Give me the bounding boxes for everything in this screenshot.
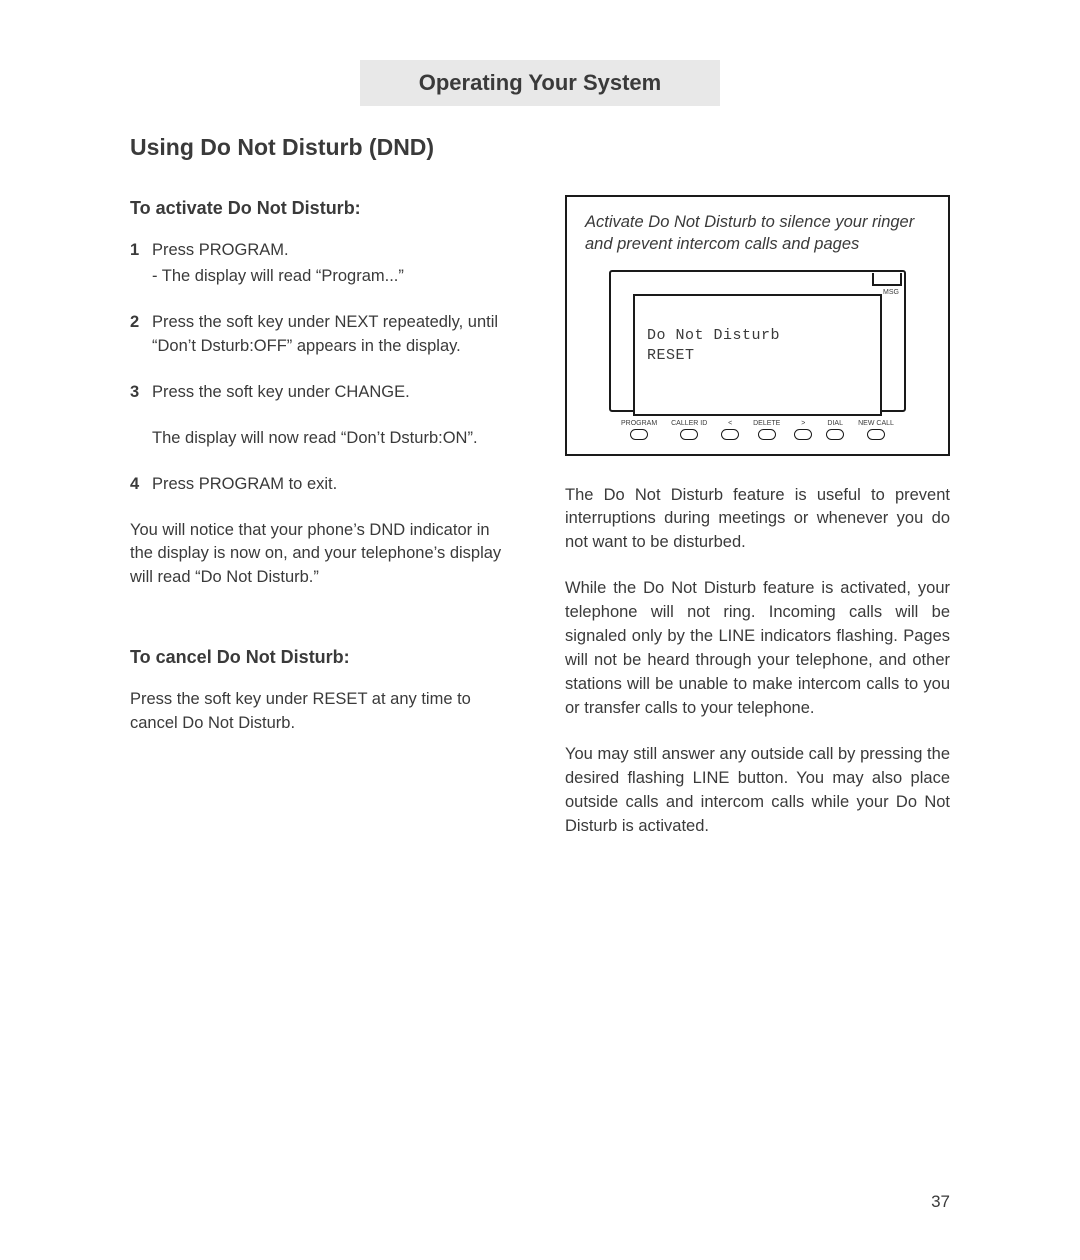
step-number: 1	[130, 239, 152, 289]
phone-button-label: >	[801, 420, 805, 427]
step-number: 2	[130, 311, 152, 359]
page-number: 37	[931, 1192, 950, 1212]
section-header: Operating Your System	[360, 60, 720, 106]
button-shape-icon	[721, 429, 739, 440]
phone-screen: Do Not Disturb RESET	[633, 294, 882, 416]
activate-heading: To activate Do Not Disturb:	[130, 195, 515, 221]
right-column: Activate Do Not Disturb to silence your …	[565, 195, 950, 861]
callout-text: Activate Do Not Disturb to silence your …	[585, 211, 930, 256]
phone-button-label: PROGRAM	[621, 420, 657, 427]
step-3: 3 Press the soft key under CHANGE. The d…	[130, 381, 515, 451]
callout-box: Activate Do Not Disturb to silence your …	[565, 195, 950, 456]
step-body: Press the soft key under NEXT repeatedly…	[152, 311, 515, 359]
left-column: To activate Do Not Disturb: 1 Press PROG…	[130, 195, 515, 861]
phone-button: NEW CALL	[858, 420, 894, 440]
msg-label: MSG	[883, 288, 899, 298]
step-text: Press the soft key under CHANGE.	[152, 381, 515, 405]
phone-button-label: DIAL	[827, 420, 843, 427]
step-4: 4 Press PROGRAM to exit.	[130, 473, 515, 497]
button-shape-icon	[630, 429, 648, 440]
right-paragraph-3: You may still answer any outside call by…	[565, 743, 950, 839]
right-paragraph-2: While the Do Not Disturb feature is acti…	[565, 577, 950, 721]
cancel-paragraph: Press the soft key under RESET at any ti…	[130, 688, 515, 736]
step-subtext: - The display will read “Program...”	[152, 265, 515, 289]
step-text: Press the soft key under NEXT repeatedly…	[152, 311, 515, 359]
button-shape-icon	[794, 429, 812, 440]
button-shape-icon	[826, 429, 844, 440]
step-2: 2 Press the soft key under NEXT repeated…	[130, 311, 515, 359]
step-body: Press PROGRAM to exit.	[152, 473, 515, 497]
phone-button: DIAL	[826, 420, 844, 440]
after-steps-paragraph: You will notice that your phone’s DND in…	[130, 519, 515, 591]
step-body: Press PROGRAM. - The display will read “…	[152, 239, 515, 289]
msg-slot-icon	[872, 273, 902, 286]
phone-button-label: CALLER ID	[671, 420, 707, 427]
right-paragraph-1: The Do Not Disturb feature is useful to …	[565, 484, 950, 556]
step-number: 3	[130, 381, 152, 451]
page-title: Using Do Not Disturb (DND)	[130, 134, 950, 161]
step-subtext: The display will now read “Don’t Dsturb:…	[152, 427, 515, 451]
phone-button-row: PROGRAM CALLER ID < DELETE > DIAL NEW CA…	[609, 420, 906, 440]
phone-button: CALLER ID	[671, 420, 707, 440]
phone-button-label: <	[728, 420, 732, 427]
step-text: Press PROGRAM to exit.	[152, 473, 515, 497]
phone-button: PROGRAM	[621, 420, 657, 440]
screen-line-1: Do Not Disturb	[647, 326, 868, 346]
phone-button-label: NEW CALL	[858, 420, 894, 427]
step-1: 1 Press PROGRAM. - The display will read…	[130, 239, 515, 289]
phone-illustration: MSG Do Not Disturb RESET PROGRAM CALLER …	[585, 270, 930, 440]
step-body: Press the soft key under CHANGE. The dis…	[152, 381, 515, 451]
button-shape-icon	[758, 429, 776, 440]
phone-button: DELETE	[753, 420, 780, 440]
screen-line-2: RESET	[647, 346, 868, 366]
step-number: 4	[130, 473, 152, 497]
button-shape-icon	[867, 429, 885, 440]
cancel-heading: To cancel Do Not Disturb:	[130, 644, 515, 670]
step-text: Press PROGRAM.	[152, 239, 515, 263]
phone-button-label: DELETE	[753, 420, 780, 427]
content-columns: To activate Do Not Disturb: 1 Press PROG…	[130, 195, 950, 861]
button-shape-icon	[680, 429, 698, 440]
phone-button: <	[721, 420, 739, 440]
phone-button: >	[794, 420, 812, 440]
